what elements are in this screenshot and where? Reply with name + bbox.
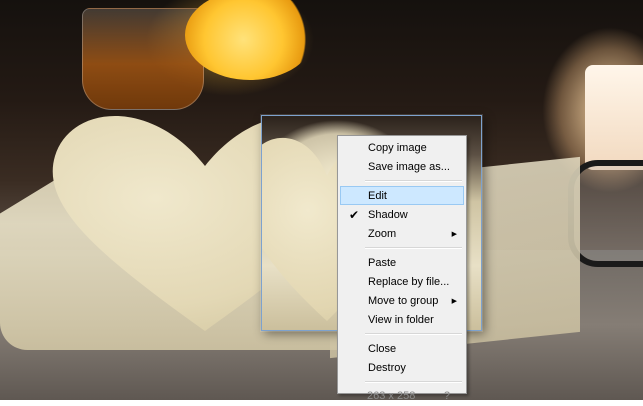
- candle: [585, 65, 643, 170]
- submenu-arrow-icon: ▶: [451, 298, 457, 305]
- menu-item-label: Close: [368, 343, 397, 355]
- menu-item-label: Copy image: [368, 142, 427, 154]
- menu-item-paste[interactable]: Paste: [340, 253, 464, 272]
- menu-item-copy-image[interactable]: Copy image: [340, 138, 464, 157]
- menu-separator: [365, 247, 462, 249]
- menu-item-label: Destroy: [368, 362, 406, 374]
- menu-item-label: Replace by file...: [368, 276, 450, 288]
- menu-item-edit[interactable]: Edit: [340, 186, 464, 205]
- menu-item-label: Edit: [368, 190, 387, 202]
- menu-item-destroy[interactable]: Destroy: [340, 358, 464, 377]
- menu-item-replace-by-file[interactable]: Replace by file...: [340, 272, 464, 291]
- whisky-glass: [82, 8, 204, 110]
- submenu-arrow-icon: ▶: [451, 231, 457, 238]
- menu-item-zoom[interactable]: Zoom ▶: [340, 224, 464, 243]
- lemon-slice: [185, 0, 315, 80]
- menu-separator: [365, 180, 462, 182]
- menu-item-label: Move to group: [368, 295, 439, 307]
- menu-item-save-image-as[interactable]: Save image as...: [340, 157, 464, 176]
- menu-item-move-to-group[interactable]: Move to group ▶: [340, 291, 464, 310]
- menu-item-label: Paste: [368, 257, 397, 269]
- menu-item-label: Zoom: [368, 228, 397, 240]
- context-menu: Copy image Save image as... Edit ✔ Shadow…: [337, 135, 467, 402]
- image-dimensions: 263 x 258: [367, 390, 416, 402]
- menu-item-shadow[interactable]: ✔ Shadow: [340, 205, 464, 224]
- menu-item-close[interactable]: Close: [340, 339, 464, 358]
- help-mark[interactable]: ?: [444, 387, 450, 406]
- checkmark-icon: ✔: [348, 208, 360, 222]
- menu-item-label: Save image as...: [368, 161, 450, 173]
- menu-item-label: View in folder: [368, 314, 434, 326]
- menu-footer: 263 x 258 ?: [340, 387, 464, 406]
- menu-item-view-in-folder[interactable]: View in folder: [340, 310, 464, 329]
- menu-separator: [365, 333, 462, 335]
- menu-item-label: Shadow: [368, 209, 408, 221]
- menu-separator: [365, 381, 462, 383]
